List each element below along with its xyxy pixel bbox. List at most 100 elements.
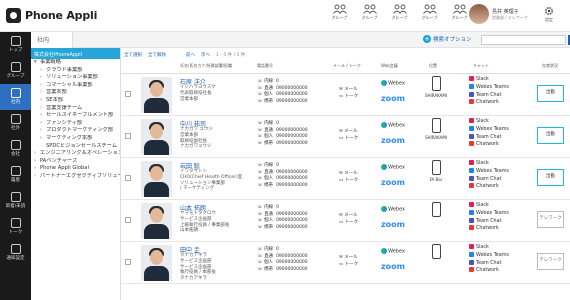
sidebar-item[interactable]: トップ xyxy=(0,32,31,58)
breadcrumb[interactable]: 社内 xyxy=(31,32,73,48)
mail-link[interactable]: ✉ メール xyxy=(339,170,358,177)
chat-link[interactable]: Team Chat xyxy=(469,91,509,100)
chat-link[interactable]: Team Chat xyxy=(469,175,509,184)
prev-link[interactable]: 前へ xyxy=(186,52,195,60)
chat-link[interactable]: Slack xyxy=(469,202,509,210)
phone-line[interactable]: ☏ 個人 09000000000 xyxy=(257,134,308,141)
sidebar-item[interactable]: トーク xyxy=(0,214,31,240)
tree-item[interactable]: › 営業支援チーム xyxy=(31,105,120,113)
sidebar-item[interactable]: 履歴 xyxy=(0,162,31,188)
member-photo[interactable] xyxy=(141,77,172,113)
tree-item[interactable]: › PAベンチャーズ xyxy=(31,158,120,166)
phone-line[interactable]: ☏ 内線 0 xyxy=(257,247,308,254)
webex-button[interactable]: Webex xyxy=(379,80,407,87)
group-shortcut[interactable]: グループ xyxy=(355,4,384,21)
phone-line[interactable]: ☏ 内線 0 xyxy=(257,163,308,170)
tree-item[interactable]: ›エンジニアリング＆オペレーション戦略 xyxy=(31,150,120,158)
member-photo[interactable] xyxy=(141,161,172,197)
tree-root[interactable]: 株式会社PhoneAppli xyxy=(31,48,120,59)
chat-link[interactable]: Slack xyxy=(469,160,509,168)
member-photo[interactable] xyxy=(141,245,172,281)
search-options-button[interactable]: + 検索オプション xyxy=(423,35,472,43)
zoom-button[interactable]: zoom xyxy=(379,94,407,103)
sidebar-item[interactable]: 社外 xyxy=(0,110,31,136)
tree-item[interactable]: › セールスイネーブルメント部 xyxy=(31,112,120,120)
next-link[interactable]: 次へ xyxy=(201,52,210,60)
select-all-link[interactable]: 全て選択 xyxy=(124,52,142,60)
chat-link[interactable]: Webex Teams xyxy=(469,83,509,92)
tree-item[interactable]: › コマーシャル事業部 xyxy=(31,82,120,90)
tree-item[interactable]: › Phone Appli Global xyxy=(31,165,120,173)
talk-link[interactable]: ▭ トーク xyxy=(339,93,358,100)
location[interactable]: SHIRAKAMI xyxy=(421,118,451,140)
chat-link[interactable]: Team Chat xyxy=(469,259,509,268)
location[interactable] xyxy=(421,202,451,219)
sidebar-item[interactable]: 新着/未読 xyxy=(0,188,31,214)
chat-link[interactable]: Slack xyxy=(469,244,509,252)
phone-line[interactable]: ☏ 携帯 09000000000 xyxy=(257,225,308,232)
row-checkbox[interactable] xyxy=(125,175,131,181)
chat-link[interactable]: Slack xyxy=(469,76,509,84)
talk-link[interactable]: ▭ トーク xyxy=(339,135,358,142)
location[interactable] xyxy=(421,244,451,261)
clear-all-link[interactable]: 全て解除 xyxy=(148,52,166,60)
tree-item[interactable]: › ファンシティ部 xyxy=(31,120,120,128)
mail-link[interactable]: ✉ メール xyxy=(339,128,358,135)
chat-link[interactable]: Slack xyxy=(469,118,509,126)
chat-link[interactable]: Chatwork xyxy=(469,267,509,275)
zoom-button[interactable]: zoom xyxy=(379,220,407,229)
member-photo[interactable] xyxy=(141,119,172,155)
zoom-button[interactable]: zoom xyxy=(379,262,407,271)
search-input[interactable] xyxy=(481,35,566,45)
sidebar-item[interactable]: 会社 xyxy=(0,136,31,162)
phone-line[interactable]: ☏ 内線 0 xyxy=(257,79,308,86)
phone-line[interactable]: ☏ 個人 09000000000 xyxy=(257,218,308,225)
row-checkbox[interactable] xyxy=(125,259,131,265)
chat-link[interactable]: Chatwork xyxy=(469,141,509,149)
zoom-button[interactable]: zoom xyxy=(379,178,407,187)
mail-link[interactable]: ✉ メール xyxy=(339,254,358,261)
phone-line[interactable]: ☏ 内線 0 xyxy=(257,205,308,212)
phone-line[interactable]: ☏ 内線 0 xyxy=(257,121,308,128)
sidebar-item[interactable]: 通知設定 xyxy=(0,240,31,266)
chat-link[interactable]: Webex Teams xyxy=(469,251,509,260)
tree-item[interactable]: SPDCビジョンセールスチーム xyxy=(31,143,120,151)
phone-line[interactable]: ☏ 携帯 09000000000 xyxy=(257,141,308,148)
phone-line[interactable]: ☏ 個人 09000000000 xyxy=(257,260,308,267)
tree-item[interactable]: › 営業本部 xyxy=(31,89,120,97)
talk-link[interactable]: ▭ トーク xyxy=(339,177,358,184)
webex-button[interactable]: Webex xyxy=(379,164,407,171)
sidebar-item[interactable]: 社内 xyxy=(0,84,31,110)
location[interactable]: SHIRAKAMI xyxy=(421,76,451,98)
chat-link[interactable]: Chatwork xyxy=(469,99,509,107)
current-user[interactable]: 島井 英理子 営業部 / テレワーク xyxy=(469,4,528,24)
chat-link[interactable]: Webex Teams xyxy=(469,167,509,176)
app-logo[interactable]: Phone Appli xyxy=(6,8,97,23)
chat-link[interactable]: Team Chat xyxy=(469,217,509,226)
mail-link[interactable]: ✉ メール xyxy=(339,212,358,219)
tree-item[interactable]: › クラウド事業部 xyxy=(31,67,120,75)
phone-line[interactable]: ☏ 携帯 09000000000 xyxy=(257,183,308,190)
phone-line[interactable]: ☏ 携帯 09000000000 xyxy=(257,99,308,106)
row-checkbox[interactable] xyxy=(125,217,131,223)
webex-button[interactable]: Webex xyxy=(379,206,407,213)
phone-line[interactable]: ☏ 個人 09000000000 xyxy=(257,176,308,183)
talk-link[interactable]: ▭ トーク xyxy=(339,219,358,226)
chat-link[interactable]: Chatwork xyxy=(469,225,509,233)
group-shortcut[interactable]: グループ xyxy=(325,4,354,21)
row-checkbox[interactable] xyxy=(125,91,131,97)
tree-item[interactable]: › プロダクトマーケティング部 xyxy=(31,127,120,135)
group-shortcut[interactable]: グループ xyxy=(415,4,444,21)
member-photo[interactable] xyxy=(141,203,172,239)
sidebar-item[interactable]: グループ xyxy=(0,58,31,84)
phone-line[interactable]: ☏ 携帯 09000000000 xyxy=(257,267,308,274)
tree-item[interactable]: › マーケティング本部 xyxy=(31,135,120,143)
tree-item[interactable]: ›パートナーエグゼクティブソリューション xyxy=(31,173,120,181)
phone-line[interactable]: ☏ 個人 09000000000 xyxy=(257,92,308,99)
mail-link[interactable]: ✉ メール xyxy=(339,86,358,93)
tree-item[interactable]: › SE本部 xyxy=(31,97,120,105)
tree-item[interactable]: ▾ 事業戦略 xyxy=(31,59,120,67)
webex-button[interactable]: Webex xyxy=(379,248,407,255)
group-shortcut[interactable]: グループ xyxy=(385,4,414,21)
chat-link[interactable]: Team Chat xyxy=(469,133,509,142)
